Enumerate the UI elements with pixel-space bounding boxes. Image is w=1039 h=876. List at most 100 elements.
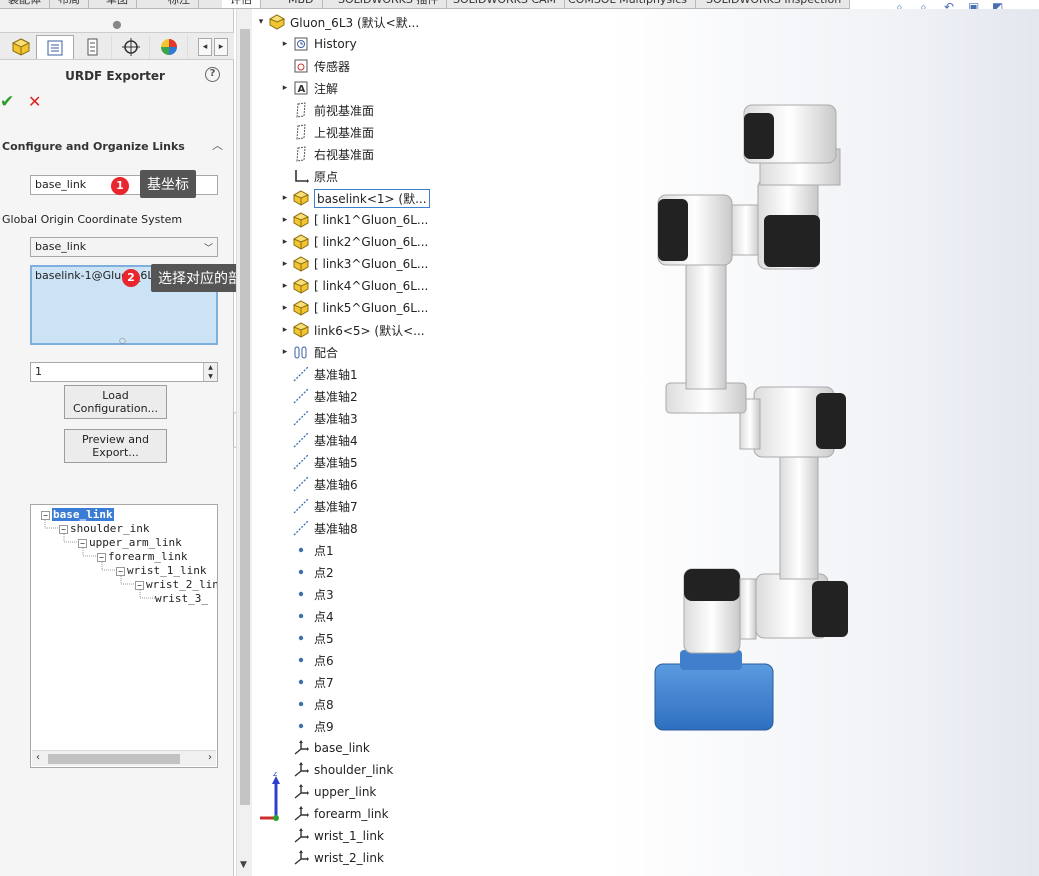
feature-tree-item[interactable]: 点1 xyxy=(278,539,334,561)
feature-tree-item[interactable]: ▸ [ link5^Gluon_6L... xyxy=(278,297,428,319)
components-list-item[interactable]: baselink-1@Gluon_6L3 xyxy=(35,269,161,282)
expand-arrow-icon[interactable]: ▸ xyxy=(278,193,292,203)
collapse-node-icon[interactable]: − xyxy=(97,552,106,562)
load-configuration-button[interactable]: Load Configuration... xyxy=(64,385,167,419)
feature-tree-item[interactable]: ▸ baselink<1> (默... xyxy=(278,187,430,209)
feature-tree-item[interactable]: 基准轴1 xyxy=(278,363,358,385)
scroll-left-icon[interactable]: ‹ xyxy=(36,752,40,763)
collapse-node-icon[interactable]: − xyxy=(78,538,87,548)
feature-tree-item[interactable]: 基准轴3 xyxy=(278,407,358,429)
feature-tree-item[interactable]: 基准轴7 xyxy=(278,495,358,517)
tab-6[interactable]: SOLIDWORKS 插件 xyxy=(330,0,448,8)
tab-7[interactable]: SOLIDWORKS CAM xyxy=(445,0,566,8)
expand-arrow-icon[interactable]: ▸ xyxy=(278,237,292,247)
collapse-node-icon[interactable]: − xyxy=(59,524,68,534)
expand-arrow-icon[interactable]: ▸ xyxy=(278,303,292,313)
feature-tree-item[interactable]: 点9 xyxy=(278,715,334,737)
feature-tree-item[interactable]: 传感器 xyxy=(278,55,350,77)
help-icon[interactable]: ? xyxy=(205,67,220,82)
expand-arrow-icon[interactable]: ▸ xyxy=(278,347,292,357)
expand-arrow-icon[interactable]: ▸ xyxy=(278,259,292,269)
feature-tree-item[interactable]: ▸ [ link1^Gluon_6L... xyxy=(278,209,428,231)
collapse-node-icon[interactable]: − xyxy=(116,566,125,576)
feature-tree-item[interactable]: 点2 xyxy=(278,561,334,583)
scroll-thumb[interactable] xyxy=(48,754,180,764)
link-tree-node[interactable]: wrist_3_ xyxy=(155,592,208,605)
link-tree-node[interactable]: − wrist_1_link xyxy=(116,564,206,577)
link-tree-node[interactable]: − upper_arm_link xyxy=(78,536,182,549)
tab-feature-manager[interactable] xyxy=(2,35,40,59)
feature-tree-item[interactable]: shoulder_link xyxy=(278,759,393,781)
feature-tree-item[interactable]: ▸ link6<5> (默认<... xyxy=(278,319,425,341)
expand-arrow-icon[interactable]: ▸ xyxy=(278,83,292,93)
tab-property-manager[interactable] xyxy=(36,35,74,59)
listbox-resize-handle[interactable]: ○ xyxy=(119,336,126,345)
feature-tree-item[interactable]: 上视基准面 xyxy=(278,121,374,143)
tabs-scroll-right-icon[interactable]: ▸ xyxy=(214,38,228,56)
origin-select[interactable]: base_link ﹀ xyxy=(30,237,218,257)
feature-tree-item[interactable]: 基准轴4 xyxy=(278,429,358,451)
feature-tree-item[interactable]: base_link xyxy=(278,737,370,759)
expand-arrow-icon[interactable]: ▸ xyxy=(278,325,292,335)
feature-tree-item[interactable]: wrist_2_link xyxy=(278,847,384,869)
tab-9[interactable]: SOLIDWORKS Inspection xyxy=(698,0,850,8)
feature-tree-item[interactable]: 基准轴6 xyxy=(278,473,358,495)
child-count-spinner[interactable]: 1 ▲ ▼ xyxy=(30,362,218,382)
spin-up-icon[interactable]: ▲ xyxy=(204,363,217,372)
ok-check-icon[interactable]: ✔ xyxy=(0,92,14,112)
feature-tree-item[interactable]: 点7 xyxy=(278,671,334,693)
scroll-right-icon[interactable]: › xyxy=(208,752,212,763)
tab-1[interactable]: 布局 xyxy=(50,0,89,8)
feature-tree-item[interactable]: 点4 xyxy=(278,605,334,627)
scroll-down-icon[interactable]: ▼ xyxy=(240,860,247,870)
link-tree-node[interactable]: − base_link xyxy=(41,508,114,521)
tab-3[interactable]: 标注 xyxy=(160,0,199,8)
tab-4[interactable]: 评估 xyxy=(222,0,261,8)
feature-tree-item[interactable]: 基准轴2 xyxy=(278,385,358,407)
feature-tree-item[interactable]: wrist_1_link xyxy=(278,825,384,847)
tab-dimxpert-manager[interactable] xyxy=(112,35,150,59)
feature-tree-item[interactable]: ▾ Gluon_6L3 (默认<默... xyxy=(254,11,419,33)
cancel-x-icon[interactable]: ✕ xyxy=(28,92,41,111)
feature-tree-item[interactable]: forearm_link xyxy=(278,803,389,825)
expand-arrow-icon[interactable]: ▸ xyxy=(278,39,292,49)
tab-2[interactable]: 草图 xyxy=(98,0,137,8)
expand-arrow-icon[interactable]: ▸ xyxy=(278,281,292,291)
tab-display-manager[interactable] xyxy=(150,35,188,59)
vertical-scroll-thumb[interactable] xyxy=(240,29,250,805)
expand-arrow-icon[interactable]: ▸ xyxy=(278,215,292,225)
feature-tree-item[interactable]: ▸ 配合 xyxy=(278,341,338,363)
feature-tree-item[interactable]: ▸ A 注解 xyxy=(278,77,338,99)
tab-5[interactable]: MBD xyxy=(280,0,323,8)
collapse-chevron-icon[interactable]: ︿ xyxy=(212,137,223,153)
preview-and-export-button[interactable]: Preview and Export... xyxy=(64,429,167,463)
feature-tree-item[interactable]: ▸ [ link2^Gluon_6L... xyxy=(278,231,428,253)
tab-8[interactable]: COMSOL Multiphysics xyxy=(560,0,697,8)
feature-tree-item[interactable]: ▸ [ link3^Gluon_6L... xyxy=(278,253,428,275)
spin-down-icon[interactable]: ▼ xyxy=(204,372,217,381)
link-tree-node[interactable]: − forearm_link xyxy=(97,550,187,563)
tab-configuration-manager[interactable] xyxy=(74,35,112,59)
feature-tree-item[interactable]: 点3 xyxy=(278,583,334,605)
tabs-scroll-left-icon[interactable]: ◂ xyxy=(198,38,212,56)
panel-vertical-scrollbar[interactable]: ▼ xyxy=(236,9,252,876)
link-tree-node[interactable]: − shoulder_ink xyxy=(59,522,149,535)
panel-splitter-handle[interactable]: ⬤ xyxy=(0,19,234,31)
feature-tree-item[interactable]: 点6 xyxy=(278,649,334,671)
feature-tree-item[interactable]: upper_link xyxy=(278,781,376,803)
feature-tree-item[interactable]: ▸ History xyxy=(278,33,357,55)
feature-tree-item[interactable]: 点5 xyxy=(278,627,334,649)
feature-tree-item[interactable]: 基准轴5 xyxy=(278,451,358,473)
expand-arrow-icon[interactable]: ▾ xyxy=(254,17,268,27)
tab-0[interactable]: 装配体 xyxy=(0,0,50,8)
feature-tree-item[interactable]: 前视基准面 xyxy=(278,99,374,121)
feature-tree-item[interactable]: ▸ [ link4^Gluon_6L... xyxy=(278,275,428,297)
feature-tree-item[interactable]: 点8 xyxy=(278,693,334,715)
feature-tree-item[interactable]: 右视基准面 xyxy=(278,143,374,165)
link-tree-node[interactable]: − wrist_2_lin xyxy=(135,578,217,591)
tree-horizontal-scrollbar[interactable]: ‹ › xyxy=(32,750,216,766)
feature-tree-item[interactable]: 原点 xyxy=(278,165,338,187)
collapse-node-icon[interactable]: − xyxy=(135,580,144,590)
feature-tree-item[interactable]: 基准轴8 xyxy=(278,517,358,539)
collapse-node-icon[interactable]: − xyxy=(41,510,50,520)
